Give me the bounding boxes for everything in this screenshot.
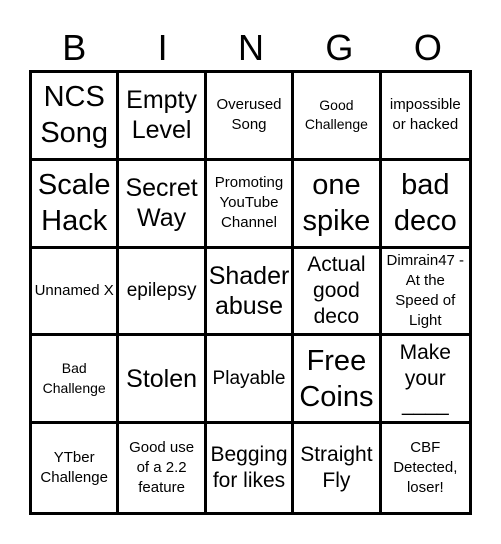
bingo-cell-label: Scale Hack [37,169,111,238]
bingo-cell-label: Bad Challenge [42,360,106,396]
bingo-cell[interactable]: NCS Song [32,73,120,161]
bingo-cell-label: Free Coins [299,344,374,413]
bingo-cell[interactable]: Empty Level [119,73,207,161]
bingo-cell[interactable]: one spike [294,160,382,249]
bingo-cell-label: Empty Level [126,86,198,145]
bingo-cell-label: Dimrain47 - At the Speed of Light [386,251,465,329]
header-letter-b: B [62,27,87,68]
bingo-cell-label: YTber Challenge [40,449,108,487]
bingo-header: B I N G O [30,28,472,68]
bingo-cell[interactable]: Shader abuse [206,248,295,337]
bingo-cell-label: Overused Song [216,96,282,134]
bingo-cell[interactable]: Straight Fly [294,424,382,512]
bingo-cell-label: CBF Detected, loser! [393,439,458,497]
bingo-cell-label: Actual good deco [307,252,366,328]
bingo-cell[interactable]: CBF Detected, loser! [382,424,469,512]
bingo-cell[interactable]: Good Challenge [294,73,382,161]
bingo-cell[interactable]: Actual good deco [294,248,382,337]
bingo-cell[interactable]: Free Coins [294,336,382,425]
bingo-cell[interactable]: Bad Challenge [32,336,120,425]
bingo-cell-label: Promoting YouTube Channel [214,174,284,232]
bingo-cell-label: impossible or hacked [389,96,461,134]
bingo-cell-label: Straight Fly [300,443,373,493]
bingo-cell-label: Make your ____ [399,340,451,416]
bingo-cell[interactable]: Dimrain47 - At the Speed of Light [381,249,469,337]
bingo-cell[interactable]: impossible or hacked [381,73,469,161]
bingo-cell[interactable]: epilepsy [119,248,207,337]
bingo-cell[interactable]: Secret Way [119,160,207,249]
bingo-cell-label: Secret Way [125,174,198,233]
bingo-cell-label: Playable [212,367,286,389]
bingo-cell-label: one spike [302,169,371,238]
bingo-cell-label: bad deco [393,169,457,238]
bingo-cell[interactable]: Good use of a 2.2 feature [119,424,207,512]
bingo-cell[interactable]: YTber Challenge [32,424,120,512]
bingo-grid: NCS Song Empty Level Overused Song Good Cha… [29,70,472,515]
bingo-cell[interactable]: Unnamed X [32,248,120,337]
bingo-cell-label: Begging for likes [210,443,288,493]
bingo-cell[interactable]: Stolen [119,336,207,425]
header-letter-i: I [157,27,168,68]
bingo-cell[interactable]: Make your ____ [381,336,469,425]
header-letter-g: G [325,27,354,68]
bingo-cell-label: Good use of a 2.2 feature [129,439,195,497]
bingo-cell-label: Shader abuse [208,261,290,320]
bingo-cell-label: NCS Song [40,81,109,150]
header-letter-o: O [413,27,442,68]
bingo-cell-label: Good Challenge [304,96,368,133]
bingo-cell[interactable]: bad deco [381,161,469,249]
header-letter-n: N [238,27,265,68]
bingo-cell[interactable]: Begging for likes [207,424,295,512]
bingo-cell[interactable]: Playable [206,336,295,425]
bingo-cell[interactable]: Overused Song [206,73,295,161]
bingo-cell[interactable]: Scale Hack [32,160,120,249]
bingo-cell-label: epilepsy [126,279,197,301]
bingo-cell-label: Unnamed X [34,281,114,299]
bingo-cell[interactable]: Promoting YouTube Channel [206,160,295,249]
bingo-cell-label: Stolen [126,364,198,393]
